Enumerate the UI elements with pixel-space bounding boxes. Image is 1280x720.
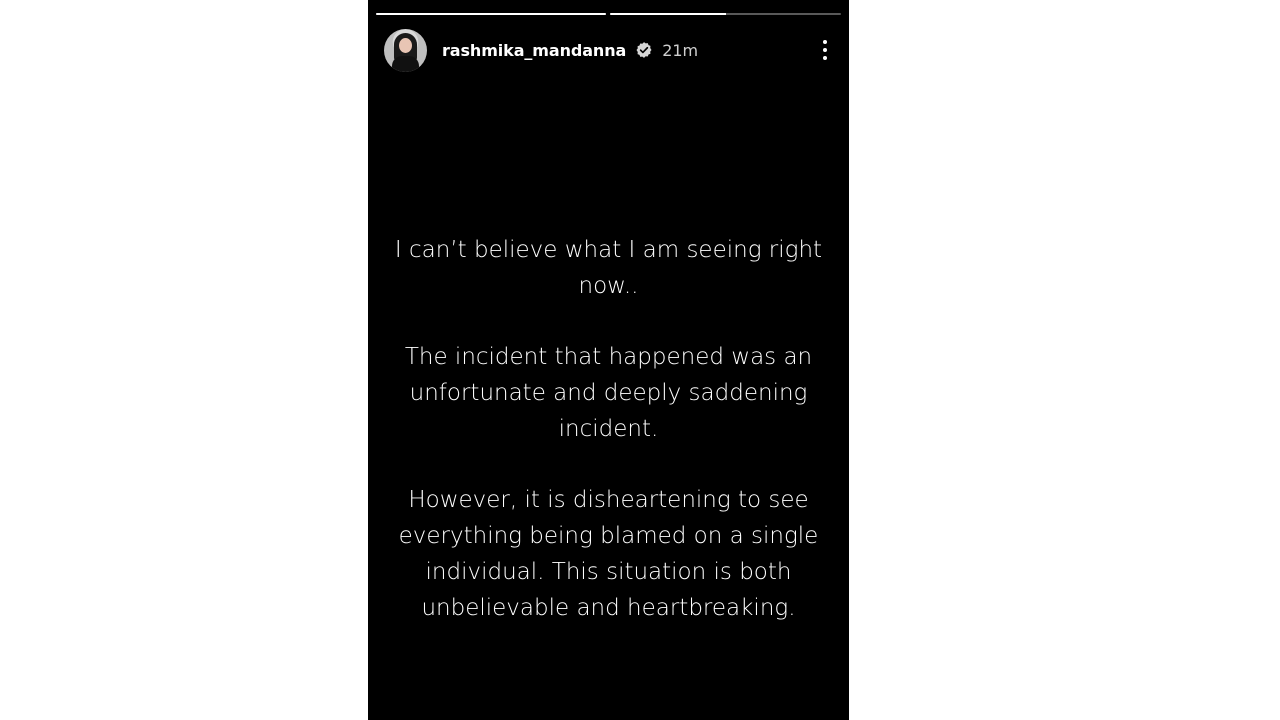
more-dot [823, 56, 827, 60]
story-progress [376, 13, 841, 15]
verified-badge-icon [636, 42, 652, 58]
story-text: I can’t believe what I am seeing right n… [378, 232, 839, 661]
progress-segment-1 [376, 13, 606, 15]
instagram-story[interactable]: rashmika_mandanna 21m I can’t believe wh… [368, 0, 849, 720]
story-paragraph-3: However, it is disheartening to see ever… [398, 487, 819, 621]
progress-segment-2 [610, 13, 841, 15]
avatar-body [392, 55, 419, 72]
progress-fill-1 [376, 13, 606, 15]
story-paragraph-2: The incident that happened was an unfort… [404, 344, 813, 442]
avatar-face [399, 37, 412, 53]
story-paragraph-1: I can’t believe what I am seeing right n… [394, 237, 823, 299]
post-time: 21m [662, 40, 699, 60]
more-dot [823, 40, 827, 44]
story-header: rashmika_mandanna 21m [384, 28, 833, 72]
username[interactable]: rashmika_mandanna [442, 41, 626, 60]
more-dot [823, 48, 827, 52]
more-options-icon[interactable] [817, 38, 833, 62]
avatar[interactable] [384, 28, 427, 72]
page: rashmika_mandanna 21m I can’t believe wh… [0, 0, 1280, 720]
progress-fill-2 [610, 13, 726, 15]
